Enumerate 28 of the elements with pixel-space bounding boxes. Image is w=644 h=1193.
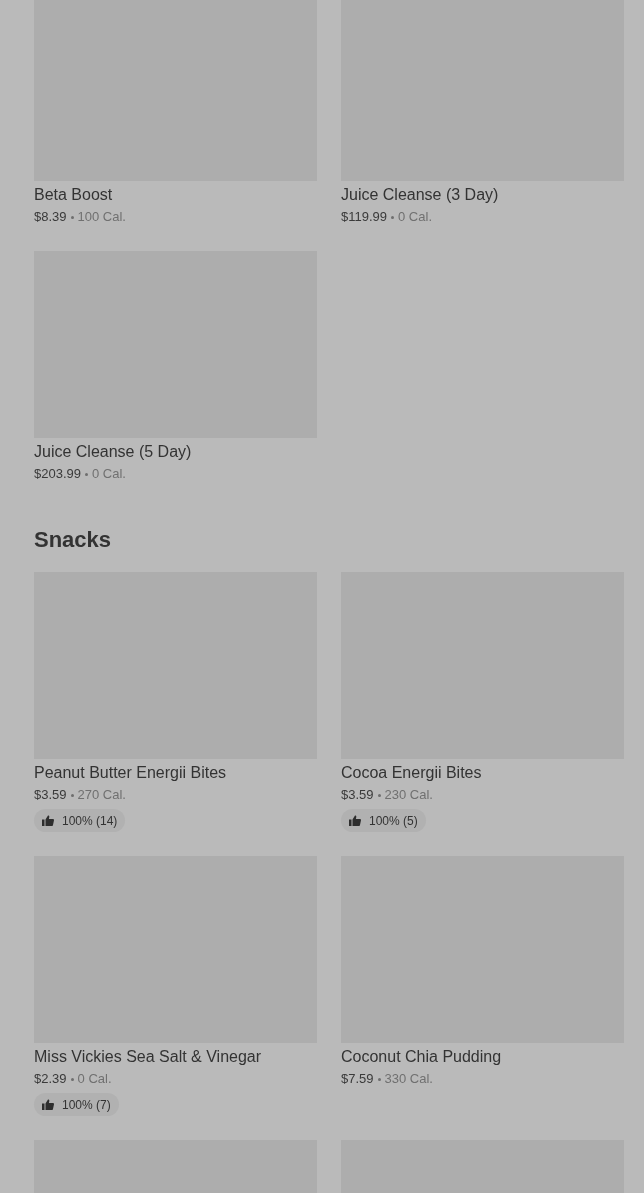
product-name[interactable]: Coconut Chia Pudding [341,1045,624,1069]
thumbs-up-icon [42,815,54,826]
thumbs-up-icon [349,815,361,826]
thumbs-up-icon [42,1099,54,1110]
rating-text: 100% (14) [62,812,118,830]
product-name[interactable]: Juice Cleanse (5 Day) [34,440,317,464]
calories-text: 270 Cal. [77,786,126,804]
calories-text: 330 Cal. [384,1070,433,1088]
product-name[interactable]: Juice Cleanse (3 Day) [341,183,624,207]
rating-text: 100% (7) [62,1096,111,1114]
rating-text: 100% (5) [369,812,418,830]
calories-text: 0 Cal. [398,208,432,226]
product-price: $119.99 [341,208,388,226]
calories-text: 100 Cal. [77,208,126,226]
product-price: $203.99 [34,465,81,483]
product-price: $7.59 [341,1070,374,1088]
product-price: $8.39 [34,208,67,226]
product-name[interactable]: Peanut Butter Energii Bites [34,761,317,785]
calories-text: 230 Cal. [384,786,433,804]
calories-text: 0 Cal. [92,465,126,483]
product-price: $2.39 [34,1070,67,1088]
product-price: $3.59 [341,786,374,804]
calories-text: 0 Cal. [77,1070,112,1088]
product-name[interactable]: Cocoa Energii Bites [341,761,624,785]
product-name[interactable]: Miss Vickies Sea Salt & Vinegar [34,1045,317,1069]
section-heading: Snacks [34,526,113,554]
product-name[interactable]: Beta Boost [34,183,317,207]
product-price: $3.59 [34,786,67,804]
